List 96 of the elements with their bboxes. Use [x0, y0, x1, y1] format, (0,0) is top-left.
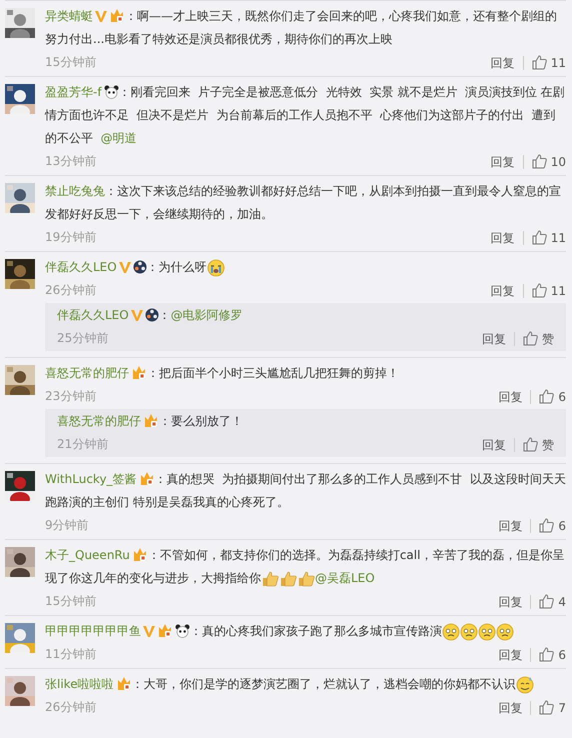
timestamp: 9分钟前: [45, 517, 89, 534]
thumbs-up-icon: [539, 389, 554, 404]
comment-text: ：为什么呀: [146, 260, 207, 274]
like-button[interactable]: 6: [539, 386, 566, 408]
reply-button[interactable]: 回复: [490, 226, 515, 248]
thumbs-up-icon: [532, 230, 547, 245]
username[interactable]: 异类蜻蜓: [45, 9, 93, 23]
thumbs-up-icon: [532, 55, 547, 70]
worried-emoji-icon: [478, 623, 496, 641]
comment-text: 跑路演的主创们 特别是吴磊我真的心疼死了。: [45, 495, 289, 509]
thumbs-up-emoji-icon: [279, 570, 297, 588]
comment-text: ：把后面半个小时三头尴尬乱几把狂舞的剪掉！: [147, 366, 399, 380]
thumbs-up-icon: [523, 331, 538, 346]
thumbs-up-icon: [539, 594, 554, 609]
thumbs-up-emoji-icon: [261, 570, 279, 588]
timestamp: 26分钟前: [45, 282, 96, 299]
panda-icon: [104, 85, 119, 99]
comment-text: ：真的想哭 为拍摄期间付出了那么多的工作人员感到不甘 以及这段时间天天: [154, 472, 566, 486]
thumbs-up-icon: [532, 154, 547, 169]
timestamp: 15分钟前: [45, 593, 96, 610]
film-reel-icon: [144, 308, 159, 322]
comment-text: 发都好好反思一下，会继续期待的，加油。: [45, 207, 273, 221]
thumbs-up-icon: [532, 283, 547, 298]
level-icon: [109, 8, 125, 23]
reply-button[interactable]: 回复: [490, 52, 515, 74]
comment-text: 情方面也许不足 但决不是烂片 为台前幕后的工作人员抱不平 心疼他们为这部片子的付出 遭到: [45, 108, 556, 122]
level-icon: [116, 676, 132, 691]
like-button[interactable]: 11: [532, 226, 566, 248]
like-button[interactable]: 赞: [523, 434, 554, 456]
mention-link[interactable]: @明道: [100, 131, 137, 145]
timestamp: 15分钟前: [45, 54, 96, 71]
level-icon: [131, 365, 147, 380]
timestamp: 11分钟前: [45, 646, 96, 663]
panda-icon: [175, 624, 190, 638]
thumbs-up-icon: [539, 700, 554, 715]
reply-button[interactable]: 回复: [498, 644, 522, 666]
like-button[interactable]: 10: [532, 150, 566, 172]
username[interactable]: 喜怒无常的肥仔: [45, 366, 129, 380]
verified-icon: [118, 261, 131, 274]
thumbs-up-icon: [539, 647, 554, 662]
comment-text: 的不公平: [45, 131, 94, 145]
username[interactable]: WithLucky_签酱: [45, 472, 137, 486]
timestamp: 19分钟前: [45, 229, 96, 246]
comment-text: 现了你这几年的变化与进步，大拇指给你: [45, 571, 261, 585]
crying-emoji-icon: [206, 259, 225, 277]
timestamp: 21分钟前: [57, 436, 108, 453]
thumbs-up-icon: [539, 518, 554, 533]
username[interactable]: 甲甲甲甲甲甲甲鱼: [45, 624, 141, 638]
comment-text: ：不管如何，都支持你们的选择。为磊磊持续打call，辛苦了我的磊，但是你呈: [148, 548, 564, 562]
username[interactable]: 伴磊久久LEO: [45, 260, 117, 274]
reply-button[interactable]: 回复: [490, 280, 515, 302]
worried-emoji-icon: [496, 623, 514, 641]
reply-button[interactable]: 回复: [498, 696, 522, 718]
timestamp: 23分钟前: [45, 388, 96, 405]
worried-emoji-icon: [460, 623, 478, 641]
comment-text: ：刚看完回来 片子完全是被恶意低分 光特效 实景 就不是烂片 演员演技到位 在剧: [118, 85, 565, 99]
level-icon: [143, 413, 159, 428]
like-button[interactable]: 11: [532, 280, 566, 302]
timestamp: 13分钟前: [45, 153, 96, 170]
username[interactable]: 张like啦啦啦: [45, 677, 114, 691]
username[interactable]: 木子_QueenRu: [45, 548, 130, 562]
film-reel-icon: [132, 260, 147, 274]
verified-icon: [95, 10, 107, 23]
sweat-emoji-icon: [516, 676, 534, 694]
level-icon: [157, 623, 173, 638]
like-button[interactable]: 6: [539, 514, 566, 536]
timestamp: 26分钟前: [45, 699, 96, 716]
comment-text: 努力付出...电影看了特效还是演员都很优秀，期待你们的再次上映: [45, 32, 392, 46]
reply-button[interactable]: 回复: [482, 328, 506, 350]
verified-icon: [130, 309, 143, 322]
verified-icon: [143, 625, 155, 638]
thumbs-up-emoji-icon: [297, 570, 315, 588]
like-button[interactable]: 7: [539, 696, 566, 718]
reply-button[interactable]: 回复: [482, 434, 506, 456]
like-button[interactable]: 11: [532, 52, 566, 74]
thumbs-up-icon: [523, 437, 538, 452]
reply-button[interactable]: 回复: [498, 386, 522, 408]
reply-button[interactable]: 回复: [498, 514, 522, 536]
mention-link[interactable]: @吴磊LEO: [315, 571, 375, 585]
level-icon: [138, 471, 155, 486]
timestamp: 25分钟前: [57, 330, 108, 347]
like-button[interactable]: 4: [539, 590, 566, 612]
comment-text: ：要么别放了！: [159, 414, 243, 428]
comment-text: ：啊——才上映三天，既然你们走了会回来的吧，心疼我们如意，还有整个剧组的: [125, 9, 557, 23]
comment-text: ：真的心疼我们家孩子跑了那么多城市宣传路演: [190, 624, 442, 638]
username[interactable]: 盈盈芳华-f: [45, 85, 102, 99]
worried-emoji-icon: [442, 623, 460, 641]
username[interactable]: 禁止吃兔兔: [45, 184, 105, 198]
comment-text: ：: [158, 308, 171, 322]
like-button[interactable]: 6: [539, 644, 566, 666]
reply-button[interactable]: 回复: [498, 590, 522, 612]
level-icon: [132, 547, 148, 562]
like-button[interactable]: 赞: [523, 328, 554, 350]
comment-text: ：大哥，你们是学的逐梦演艺圈了，烂就认了，逃档会嘲的你妈都不认识: [132, 677, 516, 691]
comment-text: ：这次下来该总结的经验教训都好好总结一下吧，从剧本到拍摄一直到最令人窒息的宣: [105, 184, 561, 198]
reply-button[interactable]: 回复: [490, 150, 515, 172]
